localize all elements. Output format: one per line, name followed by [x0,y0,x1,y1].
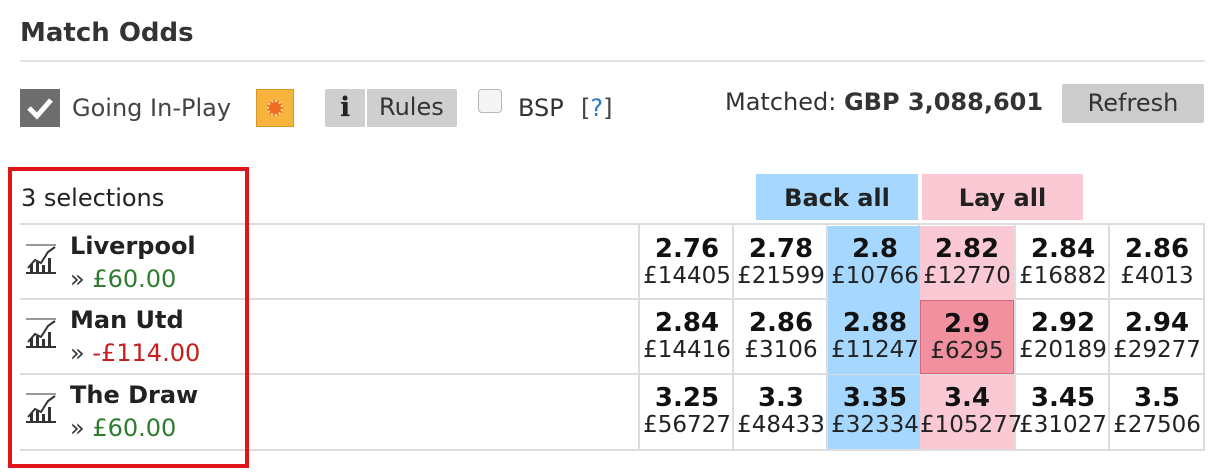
odds-size: £21599 [737,263,825,289]
odds-size: £10766 [831,263,919,289]
bsp-label: BSP [518,94,564,122]
odds-size: £16882 [1019,263,1107,289]
odds-price: 3.25 [654,383,720,413]
odds-price: 2.84 [1030,234,1096,264]
odds-size: £27506 [1113,412,1201,438]
rules-label: Rules [379,93,444,121]
checkmark-icon [27,98,53,120]
odds-price: 2.78 [748,234,814,264]
back-price-cell[interactable]: 2.86 £3106 [734,300,828,374]
odds-price: 2.76 [654,234,720,264]
lay-price-cell[interactable]: 2.94 £29277 [1110,300,1204,374]
selection-highlight-frame [8,167,249,468]
odds-price: 3.35 [842,383,908,413]
odds-size: £3106 [744,337,818,363]
back-price-cell[interactable]: 2.88 £11247 [828,300,922,374]
odds-size: £4013 [1120,263,1194,289]
matched-amount: Matched: GBP 3,088,601 [725,88,1043,116]
odds-price: 2.9 [943,309,991,339]
odds-price: 2.86 [1124,234,1190,264]
bsp-help-link[interactable]: ? [590,94,603,122]
back-price-cell[interactable]: 3.3 £48433 [734,375,828,449]
bsp-help: [?] [581,94,613,122]
matched-value: GBP 3,088,601 [843,88,1044,116]
odds-size: £32334 [831,412,919,438]
back-price-cell[interactable]: 3.25 £56727 [640,375,734,449]
back-all-button[interactable]: Back all [756,174,918,220]
odds-price: 2.94 [1124,308,1190,338]
odds-price: 3.3 [757,383,805,413]
odds-price: 3.5 [1133,383,1181,413]
title-divider [20,60,1205,62]
lay-price-cell[interactable]: 2.92 £20189 [1016,300,1110,374]
odds-price: 2.92 [1030,308,1096,338]
odds-size: £20189 [1019,337,1107,363]
refresh-button[interactable]: Refresh [1062,84,1204,123]
odds-price: 2.82 [934,234,1000,264]
odds-size: £14405 [643,263,731,289]
going-in-play-label: Going In-Play [72,94,232,122]
lay-price-cell[interactable]: 3.4 £105277 [920,375,1023,449]
odds-size: £14416 [643,337,731,363]
market-title: Match Odds [20,18,194,48]
odds-price: 2.84 [654,308,720,338]
back-price-cell[interactable]: 2.84 £14416 [640,300,734,374]
odds-price: 2.8 [851,234,899,264]
lay-all-button[interactable]: Lay all [922,174,1083,220]
bsp-checkbox[interactable] [478,89,502,113]
lay-price-cell[interactable]: 3.5 £27506 [1110,375,1204,449]
lay-price-cell[interactable]: 2.9 £6295 [920,300,1014,374]
odds-size: £12770 [923,263,1011,289]
odds-price: 2.86 [748,308,814,338]
lay-price-cell[interactable]: 2.82 £12770 [920,226,1014,300]
back-price-cell[interactable]: 3.35 £32334 [828,375,922,449]
odds-price: 3.4 [943,383,991,413]
lay-price-cell[interactable]: 3.45 £31027 [1016,375,1110,449]
odds-size: £105277 [920,412,1023,438]
back-price-cell[interactable]: 2.76 £14405 [640,226,734,300]
odds-size: £48433 [737,412,825,438]
info-icon: i [325,89,367,127]
back-price-cell[interactable]: 2.78 £21599 [734,226,828,300]
back-price-cell[interactable]: 2.8 £10766 [828,226,922,300]
odds-size: £56727 [643,412,731,438]
odds-price: 3.45 [1030,383,1096,413]
odds-size: £6295 [930,338,1004,364]
odds-price: 2.88 [842,308,908,338]
in-play-icon [256,89,294,127]
lay-price-cell[interactable]: 2.84 £16882 [1016,226,1110,300]
rules-button[interactable]: i Rules [325,89,457,127]
odds-size: £31027 [1019,412,1107,438]
odds-size: £29277 [1113,337,1201,363]
going-in-play-checkbox[interactable] [20,89,60,127]
lay-price-cell[interactable]: 2.86 £4013 [1110,226,1204,300]
odds-size: £11247 [831,337,919,363]
matched-label: Matched: [725,88,837,116]
